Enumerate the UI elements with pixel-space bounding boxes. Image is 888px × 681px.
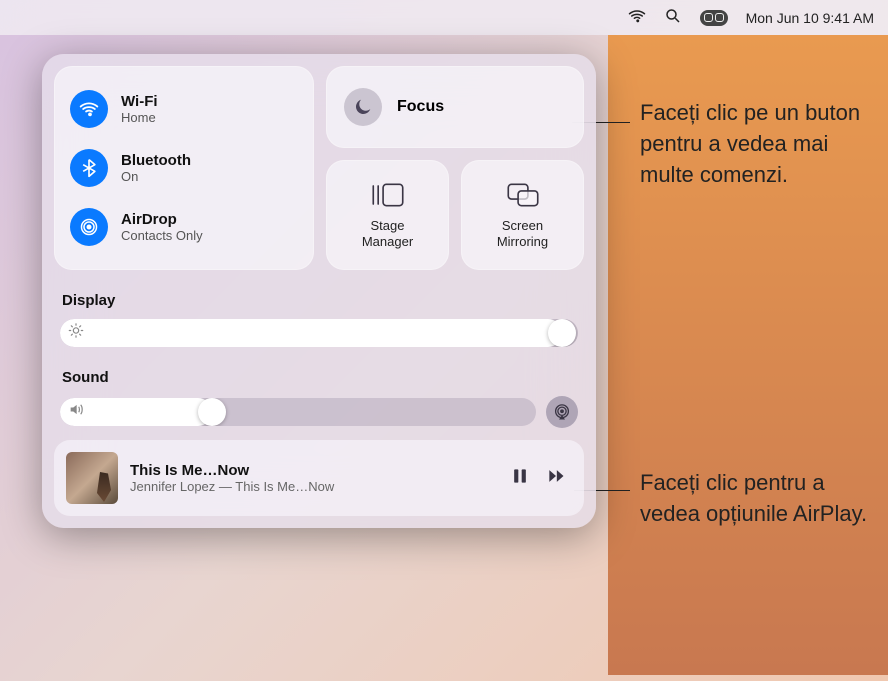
airdrop-toggle[interactable]: AirDrop Contacts Only <box>70 208 298 246</box>
album-art <box>66 452 118 504</box>
stage-manager-button[interactable]: Stage Manager <box>326 160 449 270</box>
pause-button[interactable] <box>510 466 530 491</box>
brightness-icon <box>68 323 84 344</box>
focus-label: Focus <box>397 98 444 116</box>
display-label: Display <box>62 292 576 309</box>
now-playing-card[interactable]: This Is Me…Now Jennifer Lopez — This Is … <box>54 440 584 516</box>
airplay-audio-button[interactable] <box>546 396 578 428</box>
screen-mirroring-icon <box>505 180 541 210</box>
screen-mirroring-label: Screen Mirroring <box>497 218 548 249</box>
now-playing-subtitle: Jennifer Lopez — This Is Me…Now <box>130 479 498 494</box>
wifi-menubar-icon[interactable] <box>628 7 646 28</box>
bluetooth-icon <box>70 149 108 187</box>
airdrop-icon <box>70 208 108 246</box>
sound-slider[interactable] <box>60 398 536 426</box>
sound-section: Sound <box>54 359 584 432</box>
stage-manager-label: Stage Manager <box>362 218 413 249</box>
wifi-status: Home <box>121 110 158 125</box>
control-center-icon[interactable] <box>700 10 728 26</box>
menubar-datetime[interactable]: Mon Jun 10 9:41 AM <box>746 10 874 26</box>
menubar: Mon Jun 10 9:41 AM <box>0 0 888 35</box>
search-icon[interactable] <box>664 7 682 28</box>
wifi-icon <box>70 90 108 128</box>
airdrop-title: AirDrop <box>121 211 203 228</box>
connectivity-card: Wi-Fi Home Bluetooth On AirDrop <box>54 66 314 270</box>
callout-focus: Faceți clic pe un buton pentru a vedea m… <box>640 98 880 190</box>
now-playing-title: This Is Me…Now <box>130 462 498 479</box>
bluetooth-toggle[interactable]: Bluetooth On <box>70 149 298 187</box>
control-center-panel: Wi-Fi Home Bluetooth On AirDrop <box>42 54 596 528</box>
focus-button[interactable]: Focus <box>326 66 584 148</box>
display-slider[interactable] <box>60 319 578 347</box>
wifi-toggle[interactable]: Wi-Fi Home <box>70 90 298 128</box>
stage-manager-icon <box>370 180 406 210</box>
display-section: Display <box>54 282 584 351</box>
display-slider-knob[interactable] <box>548 319 576 347</box>
wifi-title: Wi-Fi <box>121 93 158 110</box>
bluetooth-status: On <box>121 169 191 184</box>
sound-label: Sound <box>62 369 576 386</box>
airplay-icon <box>553 403 571 421</box>
callout-airplay: Faceți clic pentru a vedea opțiunile Air… <box>640 468 880 530</box>
next-track-button[interactable] <box>546 466 566 491</box>
bluetooth-title: Bluetooth <box>121 152 191 169</box>
speaker-icon <box>68 402 84 423</box>
sound-slider-knob[interactable] <box>198 398 226 426</box>
moon-icon <box>344 88 382 126</box>
screen-mirroring-button[interactable]: Screen Mirroring <box>461 160 584 270</box>
airdrop-status: Contacts Only <box>121 228 203 243</box>
